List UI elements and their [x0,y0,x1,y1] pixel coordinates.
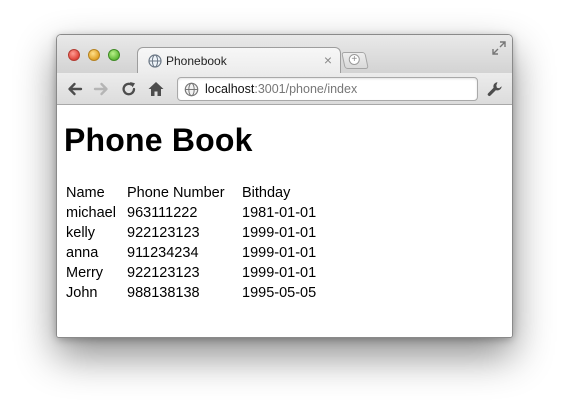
column-header-birthday: Bithday [242,185,291,201]
globe-icon [184,82,199,97]
cell-phone: 922123123 [127,225,200,241]
url-text: localhost:3001/phone/index [205,82,357,96]
address-bar[interactable]: localhost:3001/phone/index [177,77,478,101]
globe-icon [148,54,162,68]
cell-birthday: 1999-01-01 [242,245,317,261]
table-row: Merry 922123123 1999-01-01 [66,263,345,283]
new-tab-icon: + [348,54,360,65]
cell-phone: 911234234 [127,245,199,261]
tab-phonebook[interactable]: Phonebook × [137,47,341,74]
maximize-window-button[interactable] [108,49,120,61]
cell-birthday: 1995-05-05 [242,285,317,301]
wrench-icon[interactable] [486,80,504,98]
table-row: anna 911234234 1999-01-01 [66,243,345,263]
cell-name: kelly [66,225,96,241]
cell-birthday: 1981-01-01 [242,205,317,221]
tab-title: Phonebook [166,54,227,68]
home-icon[interactable] [147,80,165,98]
cell-birthday: 1999-01-01 [242,265,317,281]
browser-window: Phonebook × + localhost:3001/phone/index… [56,34,513,338]
url-host: localhost [205,82,255,96]
cell-birthday: 1999-01-01 [242,225,317,241]
cell-name: John [66,285,98,301]
forward-arrow-icon[interactable] [92,80,110,98]
reload-icon[interactable] [120,80,138,98]
table-header-row: Name Phone Number Bithday [66,183,345,203]
phonebook-table: Name Phone Number Bithday michael 963111… [66,183,345,303]
page-title: Phone Book [64,122,253,158]
column-header-phone: Phone Number [127,185,225,201]
cell-name: michael [66,205,116,221]
minimize-window-button[interactable] [88,49,100,61]
cell-phone: 988138138 [127,285,200,301]
back-arrow-icon[interactable] [66,80,84,98]
title-bar: Phonebook × + [57,35,512,74]
table-row: John 988138138 1995-05-05 [66,283,345,303]
url-path: :3001/phone/index [254,82,358,96]
new-tab-button[interactable]: + [341,52,369,69]
page-content: Phone Book Name Phone Number Bithday mic… [57,105,512,337]
cell-name: Merry [66,265,104,281]
cell-phone: 922123123 [127,265,200,281]
tab-close-button[interactable]: × [324,52,332,68]
table-row: kelly 922123123 1999-01-01 [66,223,345,243]
browser-toolbar: localhost:3001/phone/index [57,73,512,105]
column-header-name: Name [66,185,105,201]
fullscreen-icon[interactable] [492,41,506,55]
cell-name: anna [66,245,99,261]
close-window-button[interactable] [68,49,80,61]
cell-phone: 963111222 [127,205,198,221]
table-row: michael 963111222 1981-01-01 [66,203,345,223]
